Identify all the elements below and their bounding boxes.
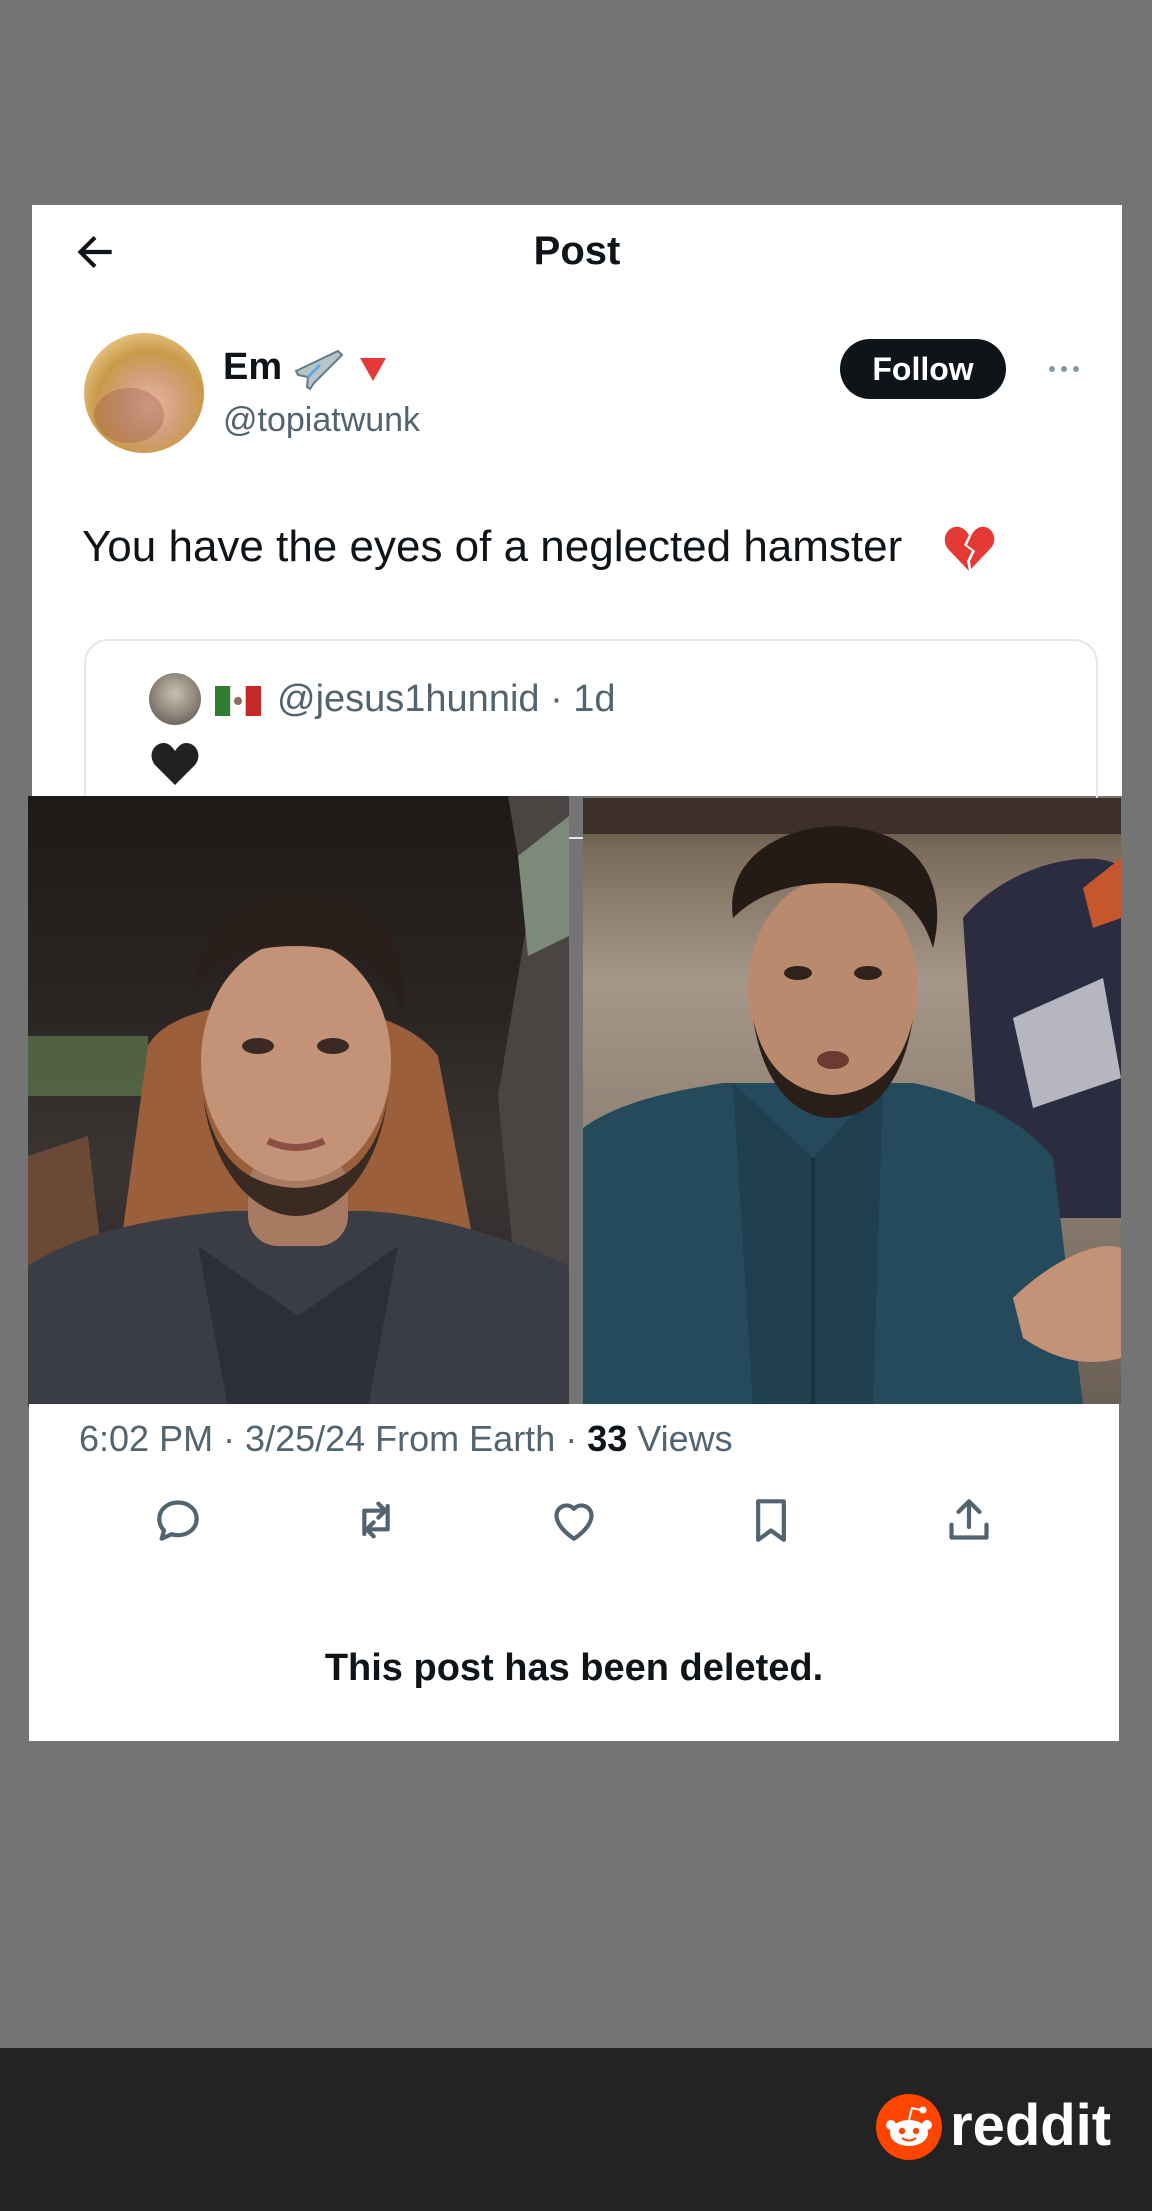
more-options-icon[interactable] — [1044, 355, 1084, 383]
views-label: Views — [627, 1418, 733, 1459]
red-triangle-emoji-icon — [360, 358, 386, 381]
post-footer-card: 6:02 PM · 3/25/24 From Earth · 33 Views … — [29, 1404, 1119, 1741]
author-handle[interactable]: @topiatwunk — [223, 398, 420, 442]
selfie-illustration — [28, 796, 569, 1407]
airplane-emoji-icon — [294, 349, 344, 391]
post-timestamp-views: 6:02 PM · 3/25/24 From Earth · 33 Views — [79, 1414, 733, 1464]
follow-button[interactable]: Follow — [840, 339, 1006, 399]
photo-selfie-in-car[interactable] — [28, 796, 569, 1407]
post-card: Post Em @topiatwunk Follow You have the … — [32, 205, 1122, 839]
black-heart-emoji-icon — [151, 742, 199, 785]
deleted-post-notice: This post has been deleted. — [324, 1647, 824, 1689]
post-timestamp: 6:02 PM · 3/25/24 From Earth · — [79, 1418, 588, 1459]
quoted-post-meta: @jesus1hunnid · 1d — [277, 678, 616, 720]
post-text: You have the eyes of a neglected hamster — [82, 522, 903, 571]
broken-heart-emoji-icon — [944, 526, 995, 571]
like-icon[interactable] — [546, 1492, 602, 1548]
author-display-name[interactable]: Em — [223, 343, 282, 391]
repost-icon[interactable] — [348, 1492, 404, 1548]
reddit-brand-text: reddit — [950, 2093, 1112, 2158]
bookmark-icon[interactable] — [743, 1492, 799, 1548]
reply-icon[interactable] — [150, 1492, 206, 1548]
share-icon[interactable] — [941, 1492, 997, 1548]
author-avatar[interactable] — [84, 333, 204, 453]
reddit-logo-icon — [876, 2094, 942, 2160]
quoted-author-avatar[interactable] — [149, 673, 201, 725]
page-title: Post — [533, 229, 621, 273]
jacket-illustration — [583, 798, 1121, 1405]
photo-man-in-jacket[interactable] — [583, 798, 1121, 1405]
mexico-flag-icon — [215, 686, 261, 716]
views-count: 33 — [587, 1418, 628, 1459]
